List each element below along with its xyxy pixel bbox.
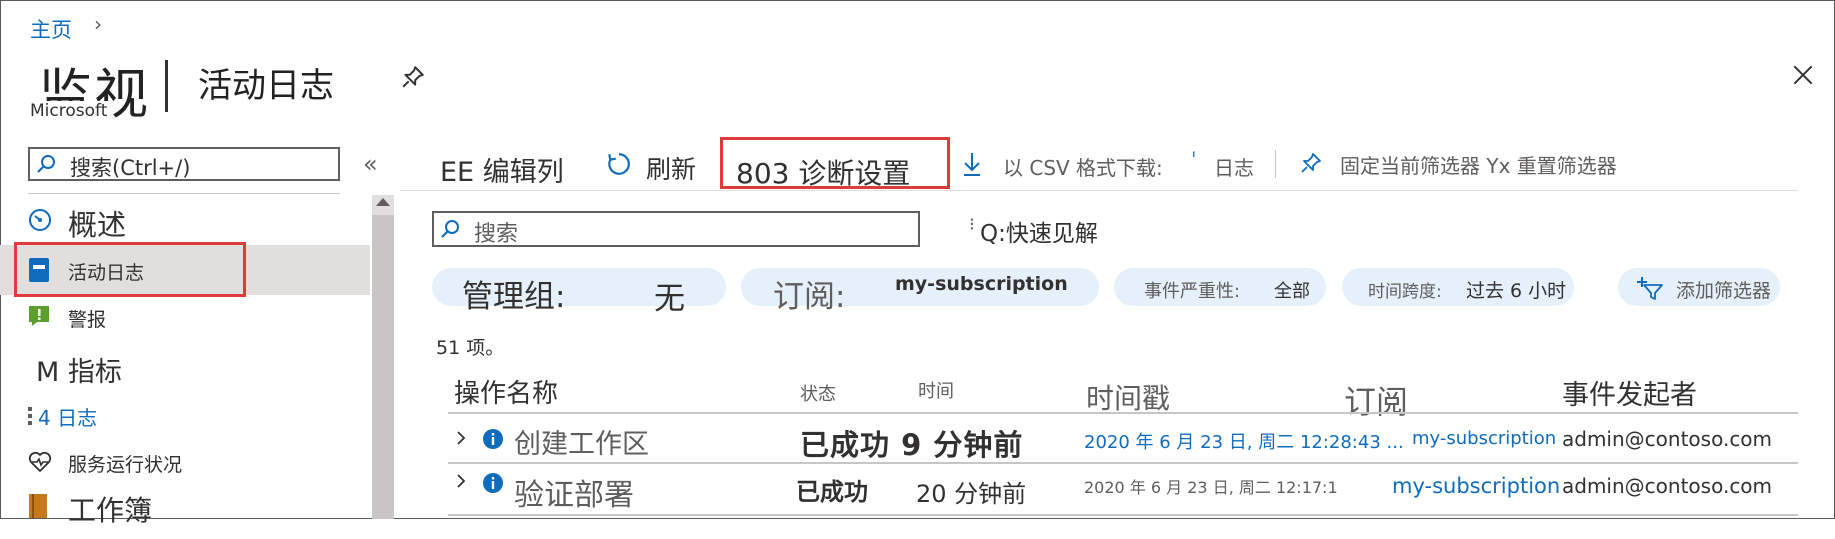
- timestamp-link[interactable]: 2020 年 6 月 23 日, 周二 12:17:1: [1084, 474, 1390, 498]
- workbook-icon: [29, 494, 47, 518]
- filter-value: 过去 6 小时: [1466, 280, 1567, 302]
- filter-label: 事件严重性:: [1144, 281, 1241, 302]
- subscription-link[interactable]: my-subscription: [1392, 474, 1560, 498]
- result-count: 51 项。: [436, 337, 505, 359]
- sidebar-divider: [28, 193, 340, 194]
- info-icon: [483, 473, 503, 493]
- alert-icon: [29, 306, 49, 326]
- logs-icon: [28, 407, 32, 425]
- info-icon: [483, 429, 503, 449]
- operation-name: 创建工作区: [514, 429, 649, 460]
- sidebar-item-label: 概述: [68, 208, 127, 242]
- column-header-time[interactable]: 时间: [918, 377, 954, 403]
- download-icon: [964, 153, 980, 176]
- operation-name: 验证部署: [514, 478, 634, 513]
- highlight-box-activity-log: [14, 242, 246, 297]
- sidebar-item-metrics[interactable]: M 指标: [0, 346, 370, 396]
- toolbar-divider: [1275, 150, 1276, 178]
- sidebar-item-service-health[interactable]: 服务运行状况: [0, 441, 370, 491]
- event-initiator: admin@contoso.com: [1562, 427, 1773, 451]
- subscription-link[interactable]: my-subscription: [1412, 428, 1556, 449]
- table-row[interactable]: 验证部署 已成功 20 分钟前 2020 年 6 月 23 日, 周二 12:1…: [448, 464, 1798, 514]
- table-row[interactable]: 创建工作区 已成功 9 分钟前 2020 年 6 月 23 日, 周二 12:2…: [448, 414, 1798, 462]
- filter-label: 时间跨度:: [1368, 282, 1442, 302]
- provider-label: Microsoft: [28, 101, 110, 121]
- search-icon: [441, 220, 459, 238]
- relative-time: 20 分钟前: [916, 480, 1027, 508]
- edit-columns-button[interactable]: EE 编辑列: [440, 150, 564, 189]
- status-time: 已成功 9 分钟前: [800, 428, 1024, 462]
- sidebar-scrollbar-thumb[interactable]: [372, 215, 394, 519]
- sidebar-item-label: 工作簿: [68, 494, 153, 527]
- close-icon[interactable]: [1790, 62, 1816, 88]
- breadcrumb-chevron-icon: ›: [94, 12, 102, 36]
- highlight-box-diagnostic-settings: [720, 137, 950, 189]
- filter-value: 无: [654, 281, 685, 317]
- filter-pill-event-severity[interactable]: 事件严重性: 全部: [1114, 268, 1326, 306]
- sidebar-search-input[interactable]: 搜索(Ctrl+/): [28, 147, 340, 181]
- column-header-timestamp[interactable]: 时间戳: [1086, 377, 1170, 417]
- filter-pill-subscription[interactable]: 订阅: my-subscription: [741, 268, 1099, 315]
- quick-insights-icon: ⁝: [969, 214, 975, 235]
- add-filter-icon: [1637, 277, 1663, 300]
- chevron-right-icon[interactable]: [454, 474, 468, 488]
- scroll-up-arrow-icon[interactable]: [376, 198, 390, 206]
- filter-label: 订阅:: [773, 279, 846, 315]
- add-filter-button[interactable]: 添加筛选器: [1618, 268, 1780, 306]
- search-input[interactable]: 搜索: [432, 211, 920, 247]
- filter-pill-management-group[interactable]: 管理组: 无: [432, 268, 726, 317]
- sidebar-item-label: 4 日志: [38, 406, 98, 430]
- heart-icon: [28, 451, 52, 473]
- pin-reset-filters-button[interactable]: 固定当前筛选器 Yx 重置筛选器: [1340, 150, 1617, 179]
- download-logs-option[interactable]: 日志: [1214, 152, 1254, 181]
- download-csv-button[interactable]: 以 CSV 格式下载:: [1003, 152, 1163, 181]
- breadcrumb-home[interactable]: 主页: [30, 14, 72, 44]
- status: 已成功: [796, 478, 868, 506]
- add-filter-label: 添加筛选器: [1676, 280, 1772, 302]
- sidebar-item-workbooks[interactable]: 工作簿: [0, 489, 370, 539]
- sidebar-item-label: 服务运行状况: [68, 454, 183, 476]
- filter-label: 管理组:: [462, 279, 566, 315]
- refresh-icon: [608, 153, 630, 175]
- download-separator-glyph: ˈ: [1191, 148, 1197, 172]
- collapse-sidebar-button[interactable]: «: [363, 150, 378, 178]
- sidebar-item-label: 警报: [68, 309, 107, 331]
- search-placeholder: 搜索: [474, 222, 519, 247]
- chevron-right-icon[interactable]: [454, 431, 468, 445]
- search-icon: [37, 155, 55, 173]
- event-initiator: admin@contoso.com: [1562, 474, 1773, 498]
- gauge-icon: [29, 209, 51, 231]
- sidebar-search-placeholder: 搜索(Ctrl+/): [70, 156, 191, 180]
- pin-filter-icon: [1301, 153, 1321, 173]
- filter-pill-timespan[interactable]: 时间跨度: 过去 6 小时: [1342, 268, 1574, 306]
- quick-insights-button[interactable]: Q:快速见解: [980, 214, 1098, 248]
- title-separator: [165, 60, 168, 112]
- column-header-status[interactable]: 状态: [800, 380, 836, 406]
- sidebar-item-alerts[interactable]: 警报: [0, 295, 370, 345]
- column-header-initiator[interactable]: 事件发起者: [1562, 373, 1697, 412]
- column-header-operation[interactable]: 操作名称: [454, 373, 558, 410]
- timestamp-link[interactable]: 2020 年 6 月 23 日, 周二 12:28:43 ...: [1084, 428, 1404, 454]
- pin-icon[interactable]: [400, 64, 426, 90]
- refresh-button[interactable]: 刷新: [646, 150, 696, 186]
- sidebar-item-overview[interactable]: 概述: [0, 198, 370, 248]
- filter-value: my-subscription: [895, 273, 1068, 295]
- toolbar-divider-line: [400, 190, 1798, 191]
- filter-value: 全部: [1274, 281, 1310, 302]
- page-subtitle: 活动日志: [198, 66, 334, 106]
- sidebar-item-logs[interactable]: 4 日志: [0, 397, 370, 447]
- sidebar-item-label: M 指标: [36, 357, 122, 388]
- row-divider: [448, 514, 1798, 516]
